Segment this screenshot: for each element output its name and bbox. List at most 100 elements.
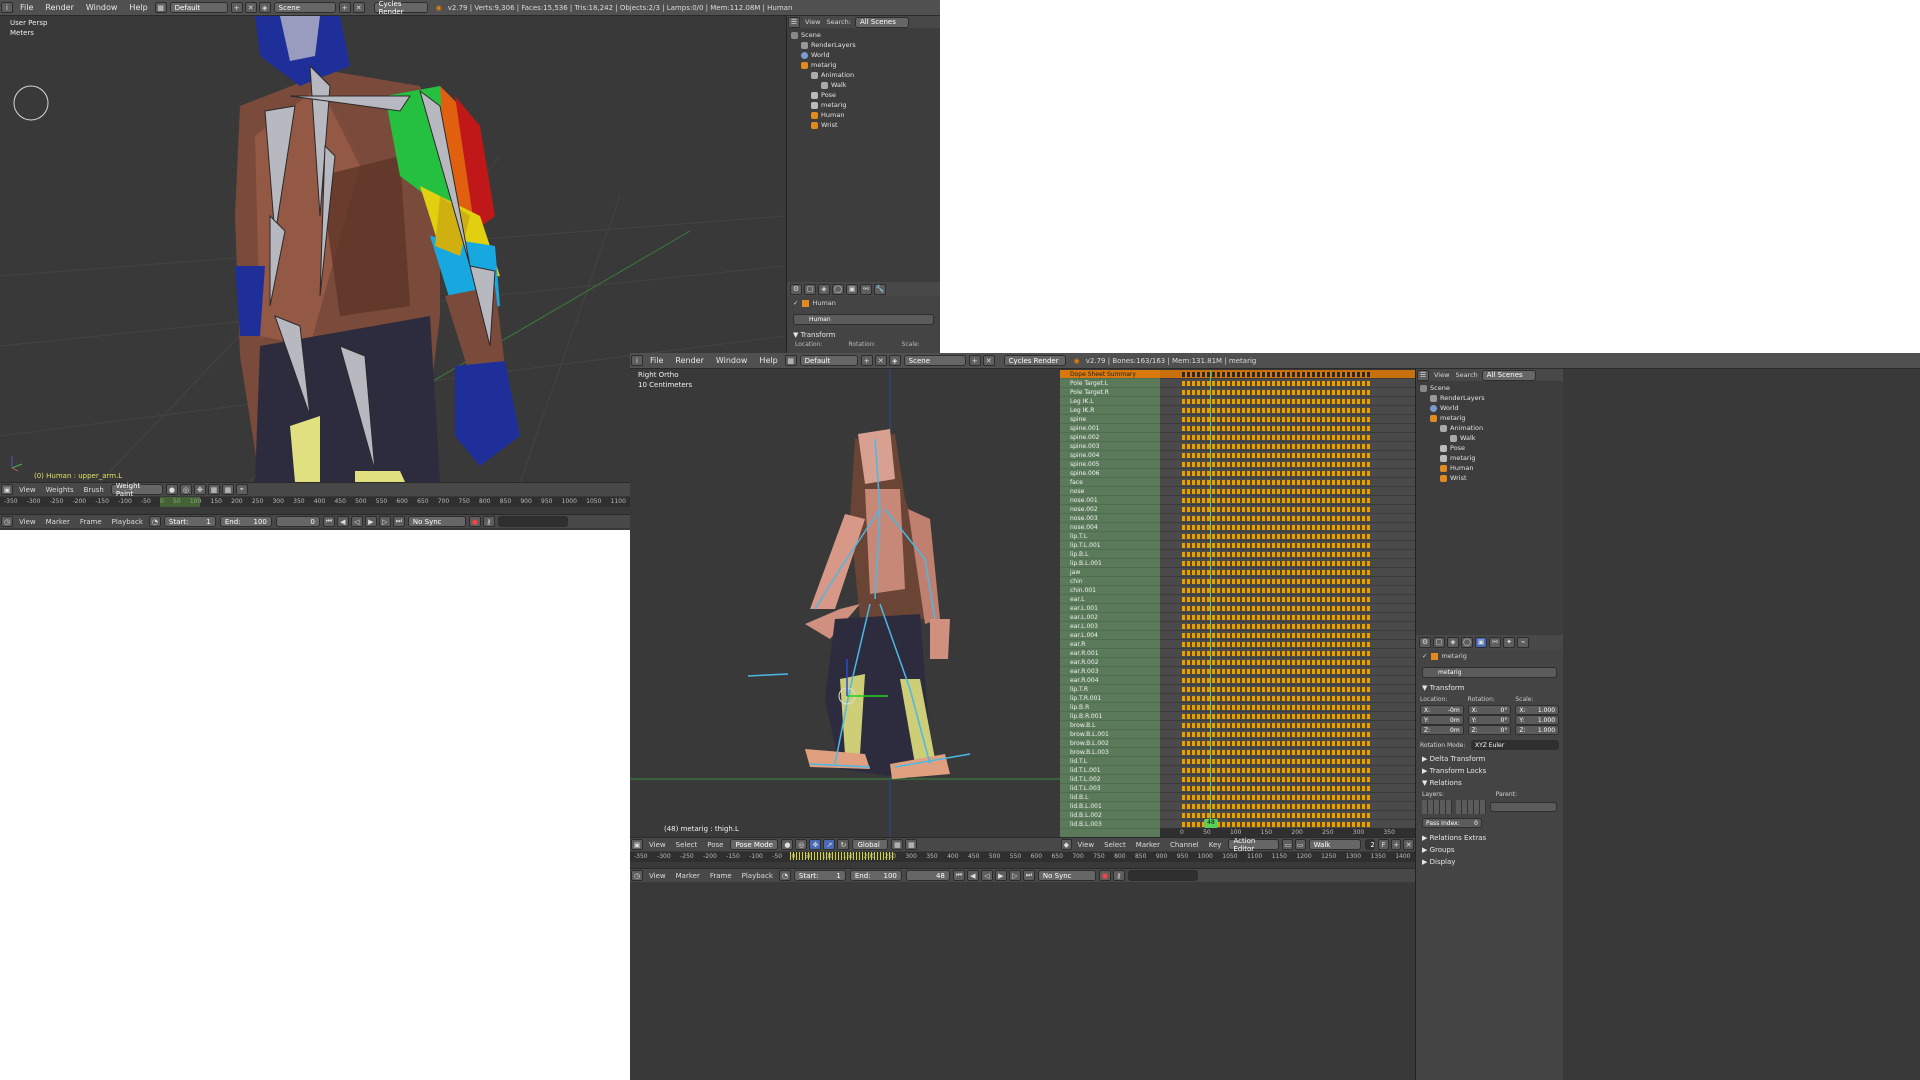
current-frame-field[interactable]: 0: [275, 516, 320, 527]
outliner-item[interactable]: RenderLayers: [1420, 393, 1559, 403]
render-tab-icon[interactable]: ▢: [804, 283, 816, 295]
dopesheet-key-row[interactable]: [1160, 415, 1415, 424]
menu-help[interactable]: Help: [123, 3, 153, 12]
info-editor-icon[interactable]: i: [1, 2, 13, 13]
play-reverse-icon[interactable]: ◁: [350, 516, 363, 527]
keying-set-icon[interactable]: ⚷: [1112, 870, 1125, 881]
object-name-field[interactable]: Human: [793, 314, 934, 325]
record-icon[interactable]: ●: [1098, 870, 1111, 881]
menu-channel[interactable]: Channel: [1165, 841, 1204, 849]
channel-row[interactable]: spine.003: [1060, 442, 1160, 451]
mode-selector[interactable]: Pose Mode: [730, 839, 779, 850]
dopesheet-key-row[interactable]: [1160, 577, 1415, 586]
close-layout-icon[interactable]: ✕: [874, 355, 887, 366]
dopesheet-key-row[interactable]: [1160, 433, 1415, 442]
add-scene-icon[interactable]: +: [338, 2, 351, 13]
outliner-item[interactable]: Scene: [1420, 383, 1559, 393]
scale-y-field[interactable]: Y: 1.000: [1515, 715, 1560, 725]
dopesheet-key-row[interactable]: [1160, 685, 1415, 694]
rotation-mode-selector[interactable]: XYZ Euler: [1471, 740, 1559, 750]
channel-row[interactable]: spine.001: [1060, 424, 1160, 433]
menu-help[interactable]: Help: [753, 356, 783, 365]
outliner-item[interactable]: World: [791, 50, 936, 60]
dopesheet-key-row[interactable]: [1160, 649, 1415, 658]
transform-panel-header[interactable]: ▼ Transform: [787, 329, 940, 341]
menu-view[interactable]: View: [14, 518, 41, 526]
menu-view[interactable]: View: [644, 841, 671, 849]
properties-editor-icon[interactable]: ⚙: [790, 283, 802, 295]
dopesheet-key-row[interactable]: [1160, 514, 1415, 523]
layer-icon[interactable]: ▦: [207, 484, 220, 495]
shading-icon[interactable]: ●: [781, 839, 794, 850]
scale-z-field[interactable]: Z: 1.000: [1515, 725, 1560, 735]
display-header[interactable]: ▶ Display: [1416, 856, 1563, 868]
outliner-item[interactable]: Animation: [1420, 423, 1559, 433]
dopesheet-editor-icon[interactable]: ◆: [1061, 839, 1072, 850]
new-action-icon[interactable]: +: [1390, 839, 1402, 850]
dopesheet-summary-keys[interactable]: [1160, 370, 1415, 379]
channel-row[interactable]: spine: [1060, 415, 1160, 424]
menu-window[interactable]: Window: [80, 3, 124, 12]
render-tab-icon[interactable]: ▢: [1433, 636, 1445, 648]
channel-row[interactable]: ear.L.004: [1060, 631, 1160, 640]
channel-row[interactable]: lip.T.R: [1060, 685, 1160, 694]
relations-header[interactable]: ▼ Relations: [1416, 777, 1563, 789]
end-frame-field[interactable]: End: 100: [219, 516, 272, 527]
right-outliner[interactable]: ☰ View Search All Scenes Scene RenderLay…: [1415, 369, 1563, 635]
location-y-field[interactable]: Y: 0m: [1420, 715, 1464, 725]
jump-end-icon[interactable]: ⏭: [1022, 870, 1035, 881]
constraints-tab-icon[interactable]: ⚯: [860, 283, 872, 295]
channel-row[interactable]: brow.B.L.003: [1060, 748, 1160, 757]
editor-mode-selector[interactable]: Action Editor: [1228, 837, 1280, 853]
dopesheet-key-row[interactable]: [1160, 676, 1415, 685]
menu-key[interactable]: Key: [1204, 841, 1227, 849]
pin-icon[interactable]: ✓: [793, 299, 798, 307]
outliner-item[interactable]: metarig: [791, 60, 936, 70]
dopesheet-key-row[interactable]: [1160, 379, 1415, 388]
channel-row[interactable]: chin: [1060, 577, 1160, 586]
jump-start-icon[interactable]: ⏮: [322, 516, 335, 527]
next-key-icon[interactable]: ▷: [378, 516, 391, 527]
scene-selector[interactable]: Scene: [903, 355, 966, 366]
channel-row[interactable]: lip.B.R: [1060, 703, 1160, 712]
left-frame-ruler[interactable]: -350-300-250-200-150-100-500501001502002…: [0, 497, 630, 507]
fake-user-icon[interactable]: F: [1378, 839, 1389, 850]
dopesheet-channel-list[interactable]: Dope Sheet Summary Pole Target.L Pole Tar…: [1060, 370, 1160, 838]
info-editor-icon[interactable]: i: [631, 355, 643, 366]
timeline-editor-icon[interactable]: ◷: [631, 870, 643, 881]
dopesheet-key-row[interactable]: [1160, 559, 1415, 568]
dopesheet-key-row[interactable]: [1160, 757, 1415, 766]
channel-row[interactable]: ear.R.002: [1060, 658, 1160, 667]
dopesheet-key-row[interactable]: [1160, 640, 1415, 649]
dopesheet-key-row[interactable]: [1160, 712, 1415, 721]
dopesheet-key-row[interactable]: [1160, 469, 1415, 478]
dopesheet-key-row[interactable]: [1160, 793, 1415, 802]
menu-view[interactable]: View: [1430, 371, 1453, 379]
keying-set-field[interactable]: [1127, 870, 1198, 881]
scene-tab-icon[interactable]: ◈: [818, 283, 830, 295]
channel-row[interactable]: brow.B.L.001: [1060, 730, 1160, 739]
orientation-selector[interactable]: Global: [852, 839, 889, 850]
parent-field[interactable]: [1490, 802, 1557, 812]
menu-view[interactable]: View: [14, 486, 41, 494]
manipulator-icon[interactable]: ✥: [809, 839, 822, 850]
dopesheet-key-row[interactable]: [1160, 766, 1415, 775]
data-tab-icon[interactable]: ✦: [1503, 636, 1515, 648]
rotation-z-field[interactable]: Z: 0°: [1467, 725, 1512, 735]
channel-row[interactable]: Pole Target.R: [1060, 388, 1160, 397]
channel-row[interactable]: ear.L.003: [1060, 622, 1160, 631]
object-tab-icon[interactable]: ▣: [846, 283, 858, 295]
bone-tab-icon[interactable]: ⌁: [1517, 636, 1529, 648]
relations-extras-header[interactable]: ▶ Relations Extras: [1416, 832, 1563, 844]
scene-tab-icon[interactable]: ◈: [1447, 636, 1459, 648]
right-frame-ruler[interactable]: -350-300-250-200-150-100-500501001502002…: [630, 852, 1415, 862]
play-icon[interactable]: ▶: [994, 870, 1007, 881]
manipulator-icon[interactable]: ✥: [193, 484, 206, 495]
channel-row[interactable]: nose.001: [1060, 496, 1160, 505]
pivot-icon[interactable]: ◎: [795, 839, 808, 850]
outliner-item[interactable]: Wrist: [791, 120, 936, 130]
dopesheet-summary-row[interactable]: Dope Sheet Summary: [1060, 370, 1160, 379]
snap-icon[interactable]: ⌖: [235, 484, 248, 495]
channel-row[interactable]: lid.T.L.002: [1060, 775, 1160, 784]
right-properties-panel[interactable]: ⚙ ▢ ◈ ◯ ▣ ⚯ ✦ ⌁ ✓ metarig metarig ▼ Tran…: [1415, 635, 1563, 1080]
